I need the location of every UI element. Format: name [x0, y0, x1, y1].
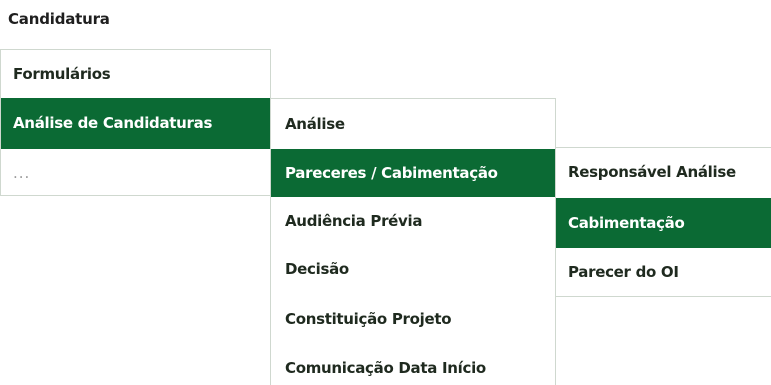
menu-item-comunicacao-data-inicio[interactable]: Comunicação Data Início	[271, 344, 555, 385]
menu-title-candidatura[interactable]: Candidatura	[8, 10, 110, 28]
submenu-level-3: Responsável Análise Cabimentação Parecer…	[555, 147, 771, 297]
menu-item-audiencia-previa[interactable]: Audiência Prévia	[271, 197, 555, 245]
menu-item-formularios[interactable]: Formulários	[1, 50, 270, 98]
menu-item-more[interactable]: ...	[1, 149, 270, 197]
menu-item-analise-de-candidaturas[interactable]: Análise de Candidaturas	[1, 98, 270, 149]
menu-item-parecer-do-oi[interactable]: Parecer do OI	[556, 248, 771, 296]
submenu-level-2: Análise Pareceres / Cabimentação Audiênc…	[270, 98, 556, 385]
menu-item-constituicao-projeto[interactable]: Constituição Projeto	[271, 295, 555, 343]
menu-item-responsavel-analise[interactable]: Responsável Análise	[556, 148, 771, 196]
menu-item-decisao[interactable]: Decisão	[271, 245, 555, 293]
menu-item-cabimentacao[interactable]: Cabimentação	[556, 198, 771, 248]
menu-root: Candidatura Formulários Análise de Candi…	[0, 0, 771, 385]
submenu-level-1: Formulários Análise de Candidaturas ...	[0, 49, 271, 196]
menu-item-analise[interactable]: Análise	[271, 99, 555, 149]
menu-item-pareceres-cabimentacao[interactable]: Pareceres / Cabimentação	[271, 149, 555, 197]
